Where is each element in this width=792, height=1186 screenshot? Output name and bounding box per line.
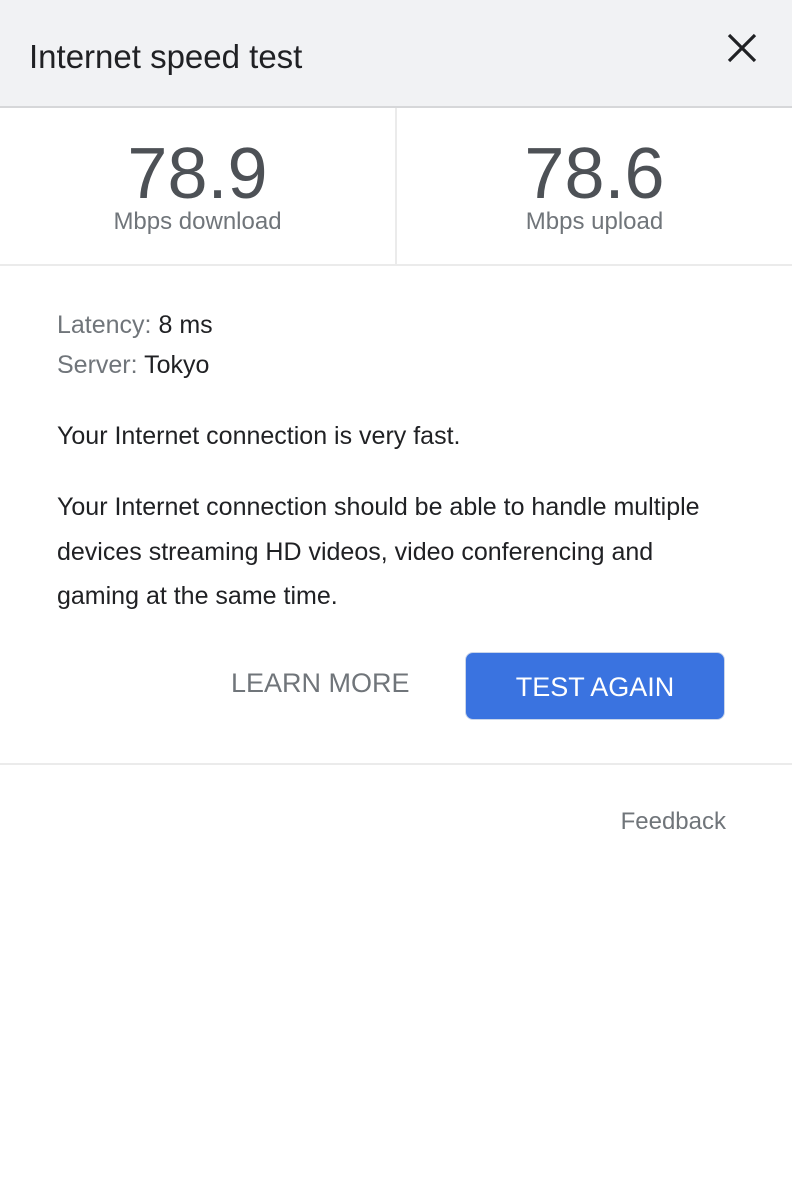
test-again-button[interactable]: TEST AGAIN [465,652,725,720]
divider [0,763,792,765]
download-result: 78.9 Mbps download [0,108,397,264]
download-speed: 78.9 [127,134,268,214]
close-icon[interactable] [724,30,760,66]
upload-speed: 78.6 [524,134,665,214]
speed-summary: Your Internet connection is very fast. [57,422,461,450]
dialog-header: Internet speed test [0,0,792,108]
upload-result: 78.6 Mbps upload [397,108,792,264]
latency-row: Latency: 8 ms [57,311,213,340]
speed-description: Your Internet connection should be able … [57,493,700,610]
server-row: Server: Tokyo [57,351,209,380]
server-value: Tokyo [144,351,210,379]
latency-value: 8 ms [158,311,213,339]
feedback-link[interactable]: Feedback [621,808,726,836]
latency-label: Latency: [57,311,152,339]
dialog-title: Internet speed test [29,38,303,75]
server-label: Server: [57,351,138,379]
learn-more-button[interactable]: LEARN MORE [231,668,410,699]
upload-unit: Mbps upload [525,208,664,235]
download-unit: Mbps download [113,208,282,235]
speed-results: 78.9 Mbps download 78.6 Mbps upload [0,108,792,266]
